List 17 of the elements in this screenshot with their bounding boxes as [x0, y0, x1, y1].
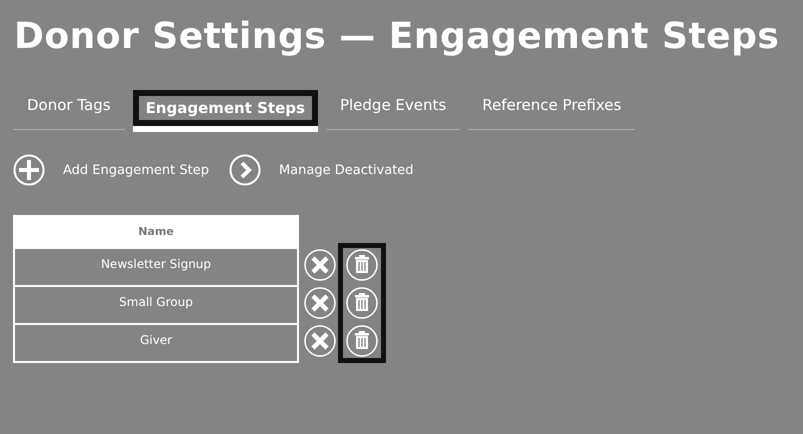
action-link[interactable]: Manage Deactivated: [278, 162, 414, 178]
table-cell: Newsletter Signup: [15, 249, 297, 285]
trash-icon[interactable]: [346, 249, 378, 281]
tab[interactable]: Donor Tags: [13, 90, 125, 130]
tab[interactable]: Reference Prefixes: [468, 90, 636, 130]
action-link[interactable]: Add Engagement Step: [63, 162, 209, 178]
chevron-right-icon[interactable]: [228, 154, 261, 186]
plus-icon[interactable]: [13, 154, 45, 186]
close-icon[interactable]: [304, 287, 336, 319]
trash-icon[interactable]: [346, 325, 378, 357]
close-icon[interactable]: [304, 249, 336, 281]
page-title: Donor Settings — Engagement Steps: [14, 15, 780, 59]
table-cell: Small Group: [15, 287, 297, 323]
tab[interactable]: Pledge Events: [326, 90, 460, 130]
table-cell: Giver: [15, 325, 297, 361]
trash-icon[interactable]: [346, 287, 378, 319]
close-icon[interactable]: [304, 325, 336, 357]
